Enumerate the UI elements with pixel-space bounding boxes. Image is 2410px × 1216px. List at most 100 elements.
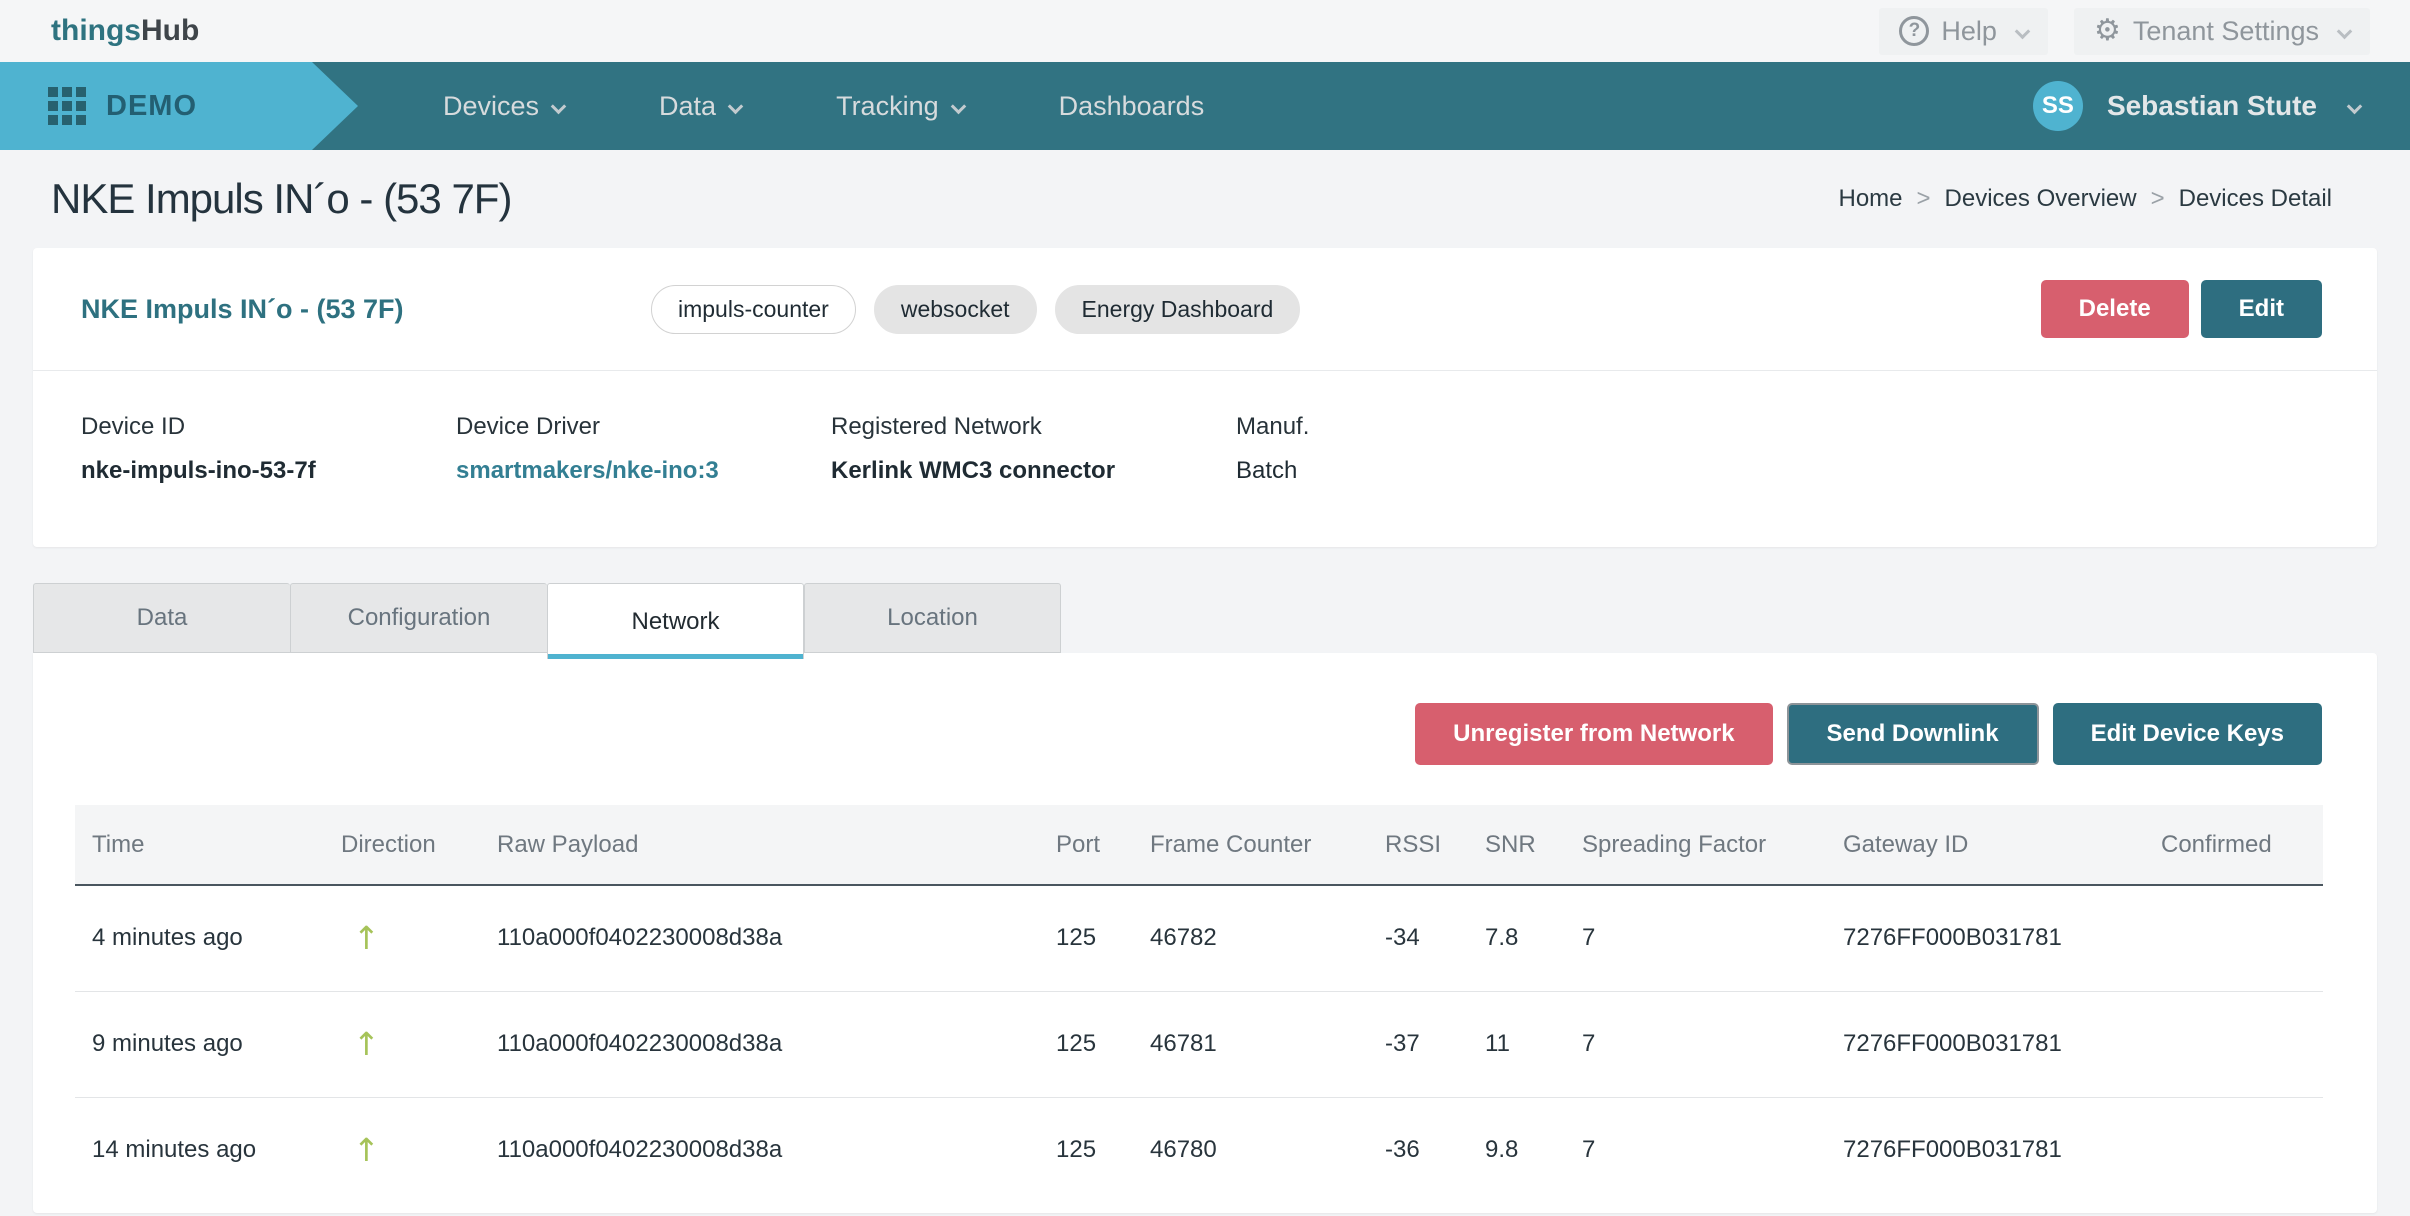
device-tags: impuls-counter websocket Energy Dashboar… — [651, 285, 1300, 334]
gear-icon: ⚙ — [2094, 16, 2121, 46]
nav-item-devices[interactable]: Devices — [443, 91, 564, 122]
tab-configuration[interactable]: Configuration — [290, 583, 547, 653]
cell-snr: 7.8 — [1485, 885, 1582, 991]
edit-device-keys-button[interactable]: Edit Device Keys — [2053, 703, 2322, 765]
cell-port: 125 — [1056, 885, 1150, 991]
table-row: 4 minutes ago↑110a000f0402230008d38a1254… — [75, 885, 2323, 991]
tab-location[interactable]: Location — [804, 583, 1061, 653]
col-confirmed: Confirmed — [2161, 805, 2323, 885]
col-frame-counter: Frame Counter — [1150, 805, 1385, 885]
top-bar: thingsHub ? Help ⚙ Tenant Settings — [0, 0, 2410, 62]
field-label: Manuf. — [1236, 413, 1611, 441]
device-id-value: nke-impuls-ino-53-7f — [81, 457, 456, 485]
help-icon: ? — [1899, 16, 1929, 46]
tag-impuls-counter[interactable]: impuls-counter — [651, 285, 856, 334]
tenant-switcher[interactable]: DEMO — [0, 62, 358, 150]
col-raw-payload: Raw Payload — [497, 805, 1056, 885]
nav-item-tracking[interactable]: Tracking — [836, 91, 964, 122]
device-detail-tabs: Data Configuration Network Location — [33, 583, 2377, 653]
col-snr: SNR — [1485, 805, 1582, 885]
cell-snr: 11 — [1485, 991, 1582, 1097]
cell-raw-payload: 110a000f0402230008d38a — [497, 885, 1056, 991]
cell-snr: 9.8 — [1485, 1097, 1582, 1203]
field-device-driver: Device Driver smartmakers/nke-ino:3 — [456, 413, 831, 485]
cell-gateway-id: 7276FF000B031781 — [1843, 885, 2161, 991]
help-menu[interactable]: ? Help — [1879, 8, 2048, 55]
cell-frame-counter: 46780 — [1150, 1097, 1385, 1203]
table-header: Time Direction Raw Payload Port Frame Co… — [75, 805, 2323, 885]
col-spreading-factor: Spreading Factor — [1582, 805, 1843, 885]
chevron-down-icon — [2015, 23, 2031, 39]
field-label: Device Driver — [456, 413, 831, 441]
main-navbar: DEMO Devices Data Tracking Dashboards SS… — [0, 62, 2410, 150]
network-actions: Unregister from Network Send Downlink Ed… — [33, 653, 2377, 765]
cell-time: 4 minutes ago — [75, 885, 341, 991]
cell-confirmed — [2161, 885, 2323, 991]
avatar: SS — [2033, 81, 2083, 131]
logo-things: things — [51, 14, 141, 47]
registered-network-value: Kerlink WMC3 connector — [831, 457, 1236, 485]
nav-item-label: Data — [659, 91, 716, 122]
cell-confirmed — [2161, 991, 2323, 1097]
user-menu[interactable]: SS Sebastian Stute — [2033, 81, 2360, 131]
cell-rssi: -37 — [1385, 991, 1485, 1097]
tab-network[interactable]: Network — [547, 583, 804, 659]
network-table-body: 4 minutes ago↑110a000f0402230008d38a1254… — [75, 885, 2323, 1203]
cell-gateway-id: 7276FF000B031781 — [1843, 991, 2161, 1097]
breadcrumb-devices-overview[interactable]: Devices Overview — [1945, 185, 2137, 213]
cell-direction: ↑ — [341, 991, 497, 1097]
unregister-from-network-button[interactable]: Unregister from Network — [1415, 703, 1772, 765]
send-downlink-button[interactable]: Send Downlink — [1787, 703, 2039, 765]
field-label: Device ID — [81, 413, 456, 441]
cell-time: 9 minutes ago — [75, 991, 341, 1097]
breadcrumb-home[interactable]: Home — [1839, 185, 1903, 213]
uplink-arrow-icon: ↑ — [341, 1025, 380, 1063]
col-port: Port — [1056, 805, 1150, 885]
apps-grid-icon — [48, 87, 86, 125]
nav-item-label: Dashboards — [1059, 91, 1205, 122]
network-messages-table: Time Direction Raw Payload Port Frame Co… — [75, 805, 2323, 1203]
delete-button[interactable]: Delete — [2041, 280, 2189, 338]
tenant-settings-label: Tenant Settings — [2133, 16, 2319, 47]
cell-spreading-factor: 7 — [1582, 991, 1843, 1097]
nav-item-dashboards[interactable]: Dashboards — [1059, 91, 1205, 122]
device-name: NKE Impuls IN´o - (53 7F) — [81, 294, 651, 325]
nav-items: Devices Data Tracking Dashboards — [443, 91, 1204, 122]
tenant-settings-menu[interactable]: ⚙ Tenant Settings — [2074, 8, 2370, 55]
tag-energy-dashboard[interactable]: Energy Dashboard — [1055, 285, 1301, 334]
page-title: NKE Impuls IN´o - (53 7F) — [51, 175, 511, 223]
cell-direction: ↑ — [341, 1097, 497, 1203]
chevron-down-icon — [2337, 23, 2353, 39]
cell-spreading-factor: 7 — [1582, 1097, 1843, 1203]
table-row: 9 minutes ago↑110a000f0402230008d38a1254… — [75, 991, 2323, 1097]
app-logo[interactable]: thingsHub — [51, 14, 199, 48]
field-label: Registered Network — [831, 413, 1236, 441]
network-panel: Unregister from Network Send Downlink Ed… — [33, 653, 2377, 1213]
help-label: Help — [1941, 16, 1997, 47]
device-card-header: NKE Impuls IN´o - (53 7F) impuls-counter… — [33, 248, 2377, 371]
device-driver-link[interactable]: smartmakers/nke-ino:3 — [456, 457, 831, 485]
breadcrumb-separator: > — [1917, 185, 1931, 213]
chevron-down-icon — [2347, 98, 2363, 114]
device-fields: Device ID nke-impuls-ino-53-7f Device Dr… — [33, 371, 2377, 547]
tab-data[interactable]: Data — [33, 583, 290, 653]
cell-confirmed — [2161, 1097, 2323, 1203]
cell-raw-payload: 110a000f0402230008d38a — [497, 991, 1056, 1097]
cell-raw-payload: 110a000f0402230008d38a — [497, 1097, 1056, 1203]
breadcrumb-separator: > — [2151, 185, 2165, 213]
cell-frame-counter: 46782 — [1150, 885, 1385, 991]
edit-button[interactable]: Edit — [2201, 280, 2322, 338]
nav-item-data[interactable]: Data — [659, 91, 741, 122]
chevron-down-icon — [551, 98, 567, 114]
cell-rssi: -36 — [1385, 1097, 1485, 1203]
tenant-name: DEMO — [106, 90, 197, 123]
field-registered-network: Registered Network Kerlink WMC3 connecto… — [831, 413, 1236, 485]
col-gateway-id: Gateway ID — [1843, 805, 2161, 885]
cell-time: 14 minutes ago — [75, 1097, 341, 1203]
cell-port: 125 — [1056, 991, 1150, 1097]
col-direction: Direction — [341, 805, 497, 885]
field-manuf: Manuf. Batch — [1236, 413, 1611, 485]
tag-websocket[interactable]: websocket — [874, 285, 1037, 334]
network-messages-table-wrap: Time Direction Raw Payload Port Frame Co… — [75, 805, 2322, 1203]
device-summary-card: NKE Impuls IN´o - (53 7F) impuls-counter… — [33, 248, 2377, 547]
